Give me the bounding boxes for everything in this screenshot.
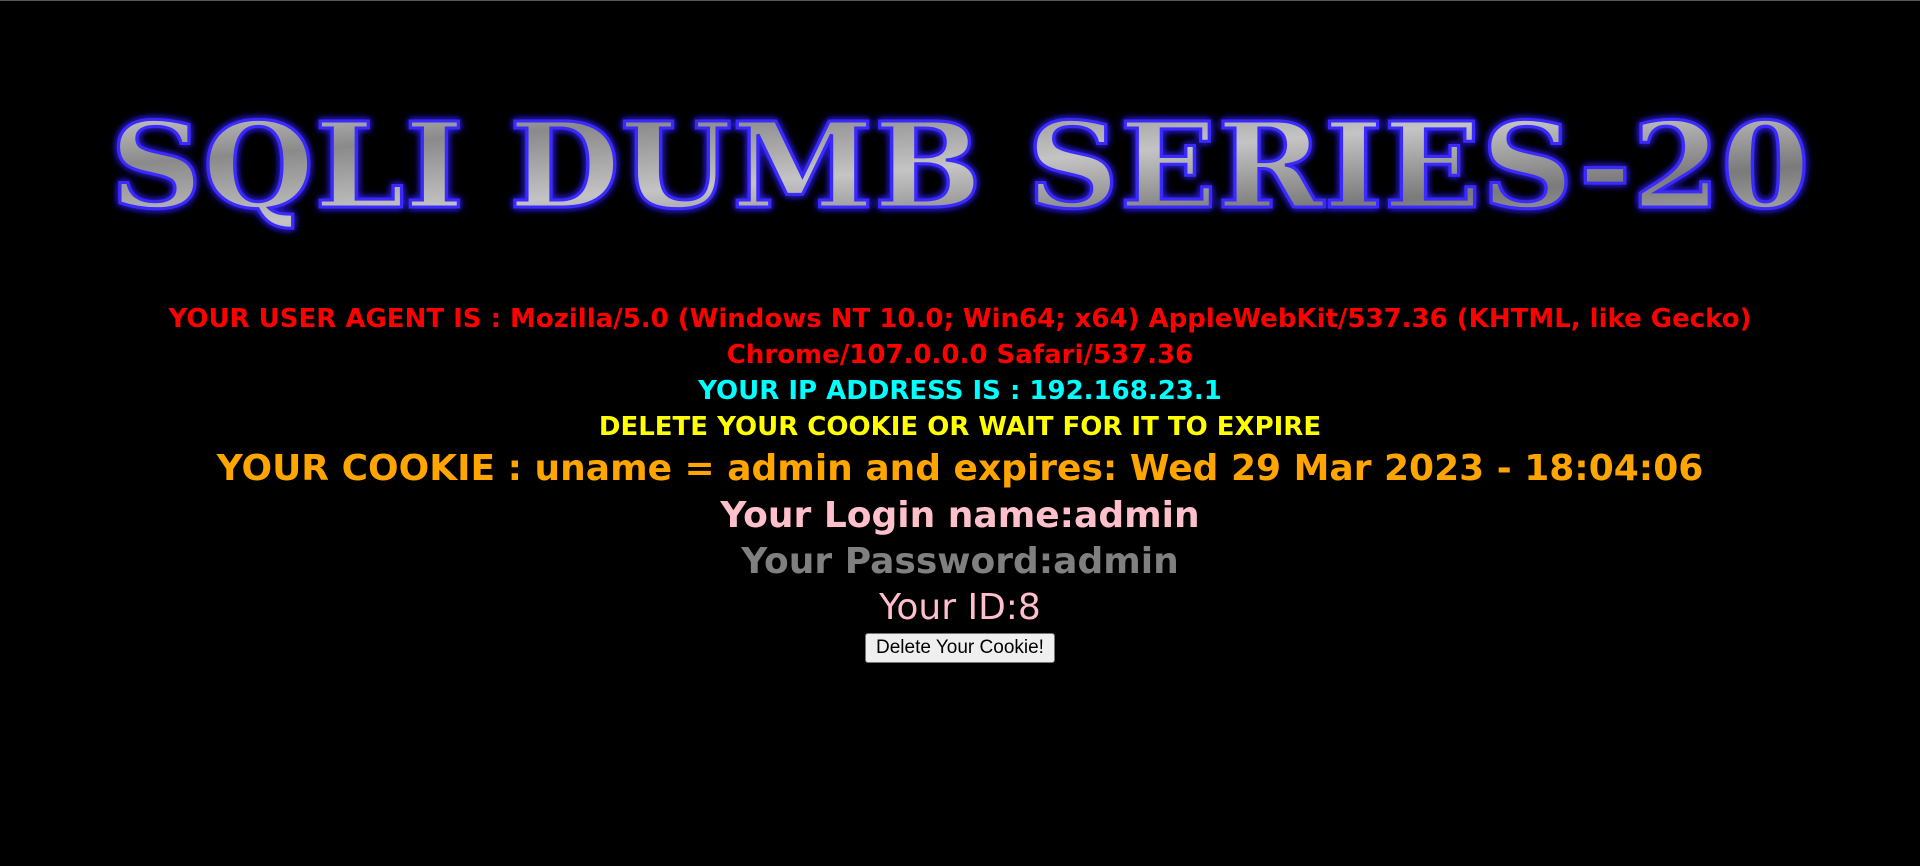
user-agent-text: YOUR USER AGENT IS : Mozilla/5.0 (Window… <box>168 304 1752 370</box>
ip-address-text: YOUR IP ADDRESS IS : 192.168.23.1 <box>698 376 1222 406</box>
login-name-text: Your Login name:admin <box>720 495 1200 536</box>
delete-cookie-form: Delete Your Cookie! <box>0 631 1920 663</box>
user-id-text: Your ID:8 <box>879 587 1041 628</box>
title-image: SQLI DUMB SERIES-20 <box>109 95 1812 237</box>
delete-cookie-button[interactable]: Delete Your Cookie! <box>865 633 1055 663</box>
title-banner: SQLI DUMB SERIES-20 <box>0 95 1920 245</box>
delete-cookie-message: DELETE YOUR COOKIE OR WAIT FOR IT TO EXP… <box>598 412 1322 442</box>
title-text: SQLI DUMB SERIES-20 <box>110 96 1810 235</box>
info-panel: YOUR USER AGENT IS : Mozilla/5.0 (Window… <box>0 301 1920 663</box>
cookie-text: YOUR COOKIE : uname = admin and expires:… <box>216 448 1704 489</box>
password-text: Your Password:admin <box>741 541 1179 582</box>
